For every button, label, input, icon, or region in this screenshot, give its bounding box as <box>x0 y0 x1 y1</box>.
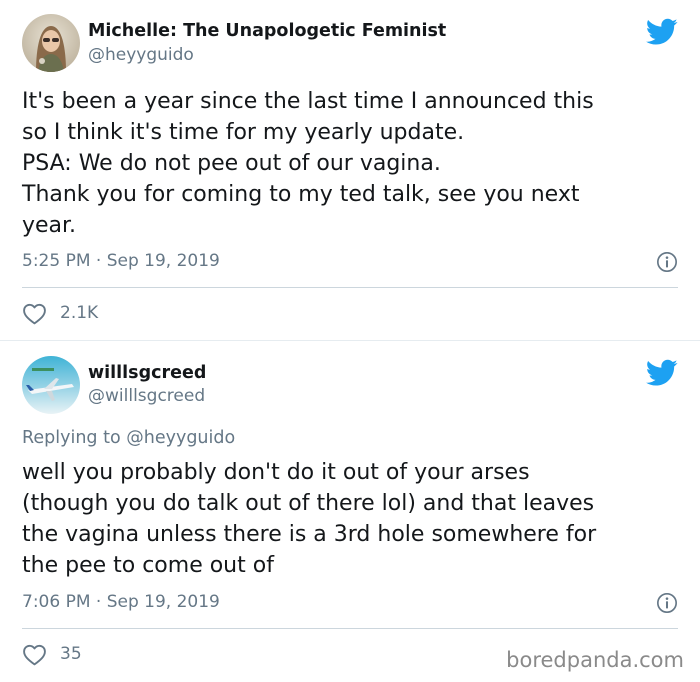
tweet-timestamp[interactable]: 5:25 PM · Sep 19, 2019 <box>22 251 220 271</box>
tweet-text-line: PSA: We do not pee out of our vagina. <box>22 151 441 176</box>
info-icon[interactable] <box>656 251 678 273</box>
tweet-2: willlsgcreed @willlsgcreed Replying to @… <box>0 341 700 682</box>
tweet-text-line: (though you do talk out of there lol) an… <box>22 491 595 516</box>
tweet-1: Michelle: The Unapologetic Feminist @hey… <box>0 0 700 341</box>
avatar[interactable] <box>22 14 80 72</box>
like-count: 35 <box>60 644 82 664</box>
tweet-text-line: the vagina unless there is a 3rd hole so… <box>22 522 597 547</box>
replying-to: Replying to @heyyguido <box>22 428 235 448</box>
tweet-text-line: so I think it's time for my yearly updat… <box>22 120 465 145</box>
tweet-text-line: well you probably don't do it out of you… <box>22 460 530 485</box>
author-handle[interactable]: @heyyguido <box>88 45 194 65</box>
replying-mention-link[interactable]: @heyyguido <box>126 428 235 448</box>
like-count: 2.1K <box>60 303 99 323</box>
replying-prefix: Replying to <box>22 428 121 448</box>
watermark: boredpanda.com <box>506 648 684 672</box>
tweet-text-line: the pee to come out of <box>22 553 274 578</box>
heart-icon <box>23 644 46 666</box>
author-handle[interactable]: @willlsgcreed <box>88 386 205 406</box>
tweet-text: It's been a year since the last time I a… <box>22 86 682 241</box>
info-icon[interactable] <box>656 592 678 614</box>
tweet-text-line: It's been a year since the last time I a… <box>22 89 594 114</box>
heart-icon <box>23 303 46 325</box>
divider <box>22 628 678 629</box>
tweet-text: well you probably don't do it out of you… <box>22 457 682 581</box>
author-name[interactable]: willlsgcreed <box>88 363 206 383</box>
avatar[interactable] <box>22 356 80 414</box>
divider <box>22 287 678 288</box>
tweet-timestamp[interactable]: 7:06 PM · Sep 19, 2019 <box>22 592 220 612</box>
tweet-text-line: year. <box>22 213 77 238</box>
twitter-bird-icon <box>646 18 678 45</box>
author-name[interactable]: Michelle: The Unapologetic Feminist <box>88 21 446 41</box>
tweet-text-line: Thank you for coming to my ted talk, see… <box>22 182 580 207</box>
twitter-bird-icon <box>646 359 678 386</box>
